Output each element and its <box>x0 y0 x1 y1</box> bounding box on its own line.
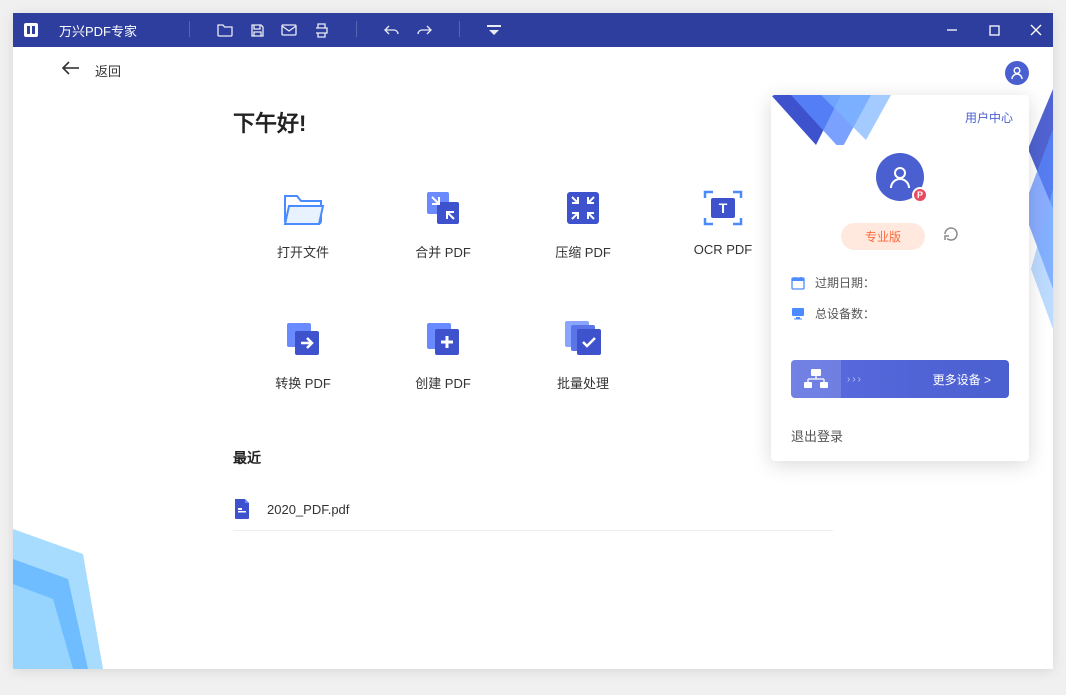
app-logo-icon <box>21 20 41 40</box>
action-label: 创建 PDF <box>415 373 471 392</box>
action-open-file[interactable]: 打开文件 <box>233 186 373 261</box>
logout-button[interactable]: 退出登录 <box>771 410 1029 461</box>
action-label: 批量处理 <box>557 373 609 392</box>
maximize-button[interactable] <box>985 21 1003 39</box>
decoration-left <box>13 529 103 669</box>
action-create-pdf[interactable]: 创建 PDF <box>373 317 513 392</box>
arrows-icon: ››› <box>847 374 863 385</box>
recent-file-item[interactable]: 2020_PDF.pdf <box>233 488 833 531</box>
content-area: 返回 下午好! 打开文件 <box>13 47 1053 669</box>
actions-grid: 打开文件 合并 PDF 压缩 PDF <box>233 186 833 392</box>
more-devices-label: 更多设备 > <box>933 371 991 388</box>
app-title: 万兴PDF专家 <box>59 21 137 40</box>
titlebar: 万兴PDF专家 <box>13 13 1053 47</box>
pdf-file-icon <box>233 498 253 520</box>
menu-dropdown-icon[interactable] <box>486 21 502 39</box>
mail-icon[interactable] <box>280 21 298 39</box>
divider <box>356 21 357 37</box>
recent-file-name: 2020_PDF.pdf <box>267 502 349 517</box>
recent-section: 最近 2020_PDF.pdf <box>233 448 833 531</box>
devices-label: 总设备数： <box>815 305 875 322</box>
recent-title: 最近 <box>233 448 833 468</box>
compress-icon <box>561 186 605 230</box>
divider <box>459 21 460 37</box>
monitor-icon <box>791 307 805 321</box>
action-label: 打开文件 <box>277 242 329 261</box>
create-icon <box>421 317 465 361</box>
user-avatar[interactable]: P <box>876 153 924 201</box>
pro-version-badge[interactable]: 专业版 <box>841 223 925 250</box>
action-compress-pdf[interactable]: 压缩 PDF <box>513 186 653 261</box>
convert-icon <box>281 317 325 361</box>
more-devices-button[interactable]: ››› 更多设备 > <box>791 360 1009 398</box>
user-panel: 用户中心 P 专业版 <box>771 95 1029 461</box>
user-center-link[interactable]: 用户中心 <box>965 109 1013 126</box>
calendar-icon <box>791 276 805 290</box>
merge-icon <box>421 186 465 230</box>
back-label[interactable]: 返回 <box>95 61 121 80</box>
action-batch-process[interactable]: 批量处理 <box>513 317 653 392</box>
ocr-icon: T <box>701 186 745 230</box>
minimize-button[interactable] <box>943 21 961 39</box>
svg-text:T: T <box>719 200 728 216</box>
action-label: 合并 PDF <box>415 242 471 261</box>
divider <box>189 21 190 37</box>
app-window: 万兴PDF专家 <box>13 13 1053 669</box>
action-label: 转换 PDF <box>275 373 331 392</box>
folder-icon[interactable] <box>216 21 234 39</box>
refresh-icon[interactable] <box>943 226 959 247</box>
greeting-text: 下午好! <box>233 106 833 138</box>
close-button[interactable] <box>1027 21 1045 39</box>
redo-icon[interactable] <box>415 21 433 39</box>
action-merge-pdf[interactable]: 合并 PDF <box>373 186 513 261</box>
panel-decoration <box>771 95 891 145</box>
undo-icon[interactable] <box>383 21 401 39</box>
save-icon[interactable] <box>248 21 266 39</box>
batch-icon <box>561 317 605 361</box>
print-icon[interactable] <box>312 21 330 39</box>
user-badge-button[interactable] <box>1005 61 1029 85</box>
expiry-label: 过期日期： <box>815 274 875 291</box>
action-convert-pdf[interactable]: 转换 PDF <box>233 317 373 392</box>
folder-open-icon <box>281 186 325 230</box>
action-label: OCR PDF <box>694 242 753 257</box>
devices-row: 总设备数： <box>791 305 1009 322</box>
back-arrow-icon[interactable] <box>61 61 81 80</box>
action-label: 压缩 PDF <box>555 242 611 261</box>
expiry-row: 过期日期： <box>791 274 1009 291</box>
devices-network-icon <box>791 360 841 398</box>
pro-badge-icon: P <box>912 187 928 203</box>
